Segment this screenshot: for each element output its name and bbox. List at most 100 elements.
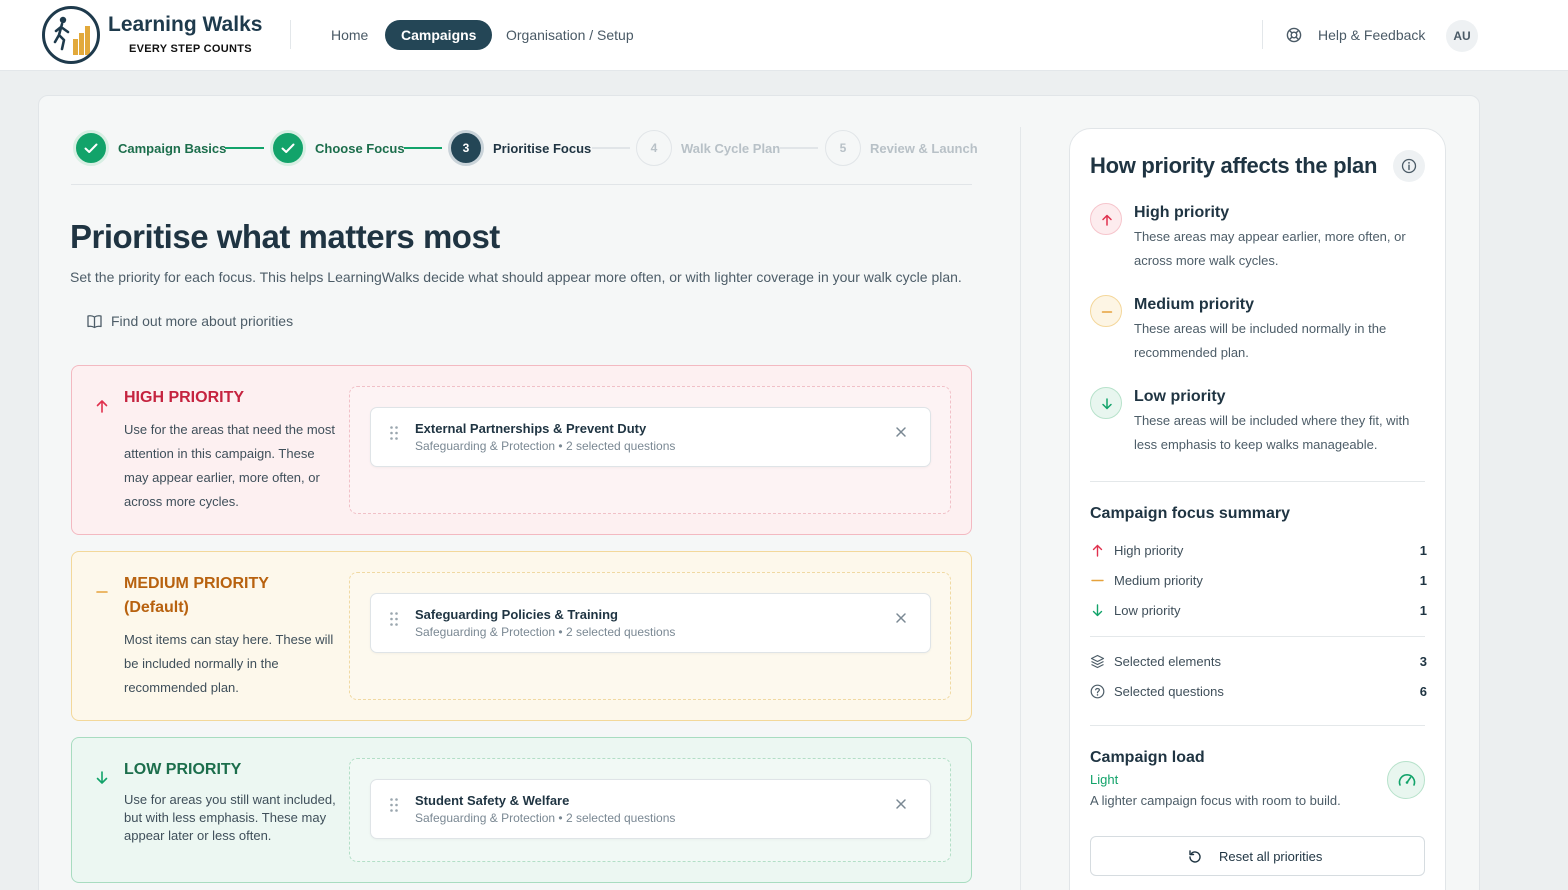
close-icon[interactable] (893, 796, 909, 812)
focus-item[interactable]: External Partnerships & Prevent Duty Saf… (370, 407, 931, 467)
arrow-down-icon (96, 771, 108, 784)
nav-campaigns[interactable]: Campaigns (385, 20, 493, 50)
layers-icon (1090, 654, 1105, 669)
top-navigation-bar: Learning Walks EVERY STEP COUNTS Home Ca… (0, 0, 1568, 71)
medium-priority-description: Most items can stay here. These will be … (124, 632, 334, 695)
summary-label: Medium priority (1114, 573, 1203, 588)
high-priority-description: Use for the areas that need the most att… (124, 422, 336, 509)
campaign-load-description: A lighter campaign focus with room to bu… (1090, 793, 1341, 808)
summary-value: 1 (1419, 573, 1427, 588)
high-priority-dropzone[interactable]: External Partnerships & Prevent Duty Saf… (349, 386, 951, 514)
panel-divider (1090, 636, 1425, 637)
column-divider (1020, 127, 1021, 890)
arrow-up-icon (96, 400, 108, 413)
focus-item[interactable]: Student Safety & Welfare Safeguarding & … (370, 779, 931, 839)
legend-high-desc: These areas may appear earlier, more oft… (1134, 229, 1406, 268)
reset-label: Reset all priorities (1219, 849, 1323, 864)
legend-medium-title: Medium priority (1134, 296, 1255, 313)
summary-label: Low priority (1114, 603, 1181, 618)
logo-title: Learning Walks (108, 13, 263, 36)
step-number: 4 (650, 141, 658, 155)
step-label: Prioritise Focus (493, 141, 592, 156)
page-title: Prioritise what matters most (70, 218, 500, 255)
panel-divider (1090, 725, 1425, 726)
summary-row-medium: Medium priority 1 (1090, 571, 1427, 591)
summary-value: 1 (1419, 603, 1427, 618)
medium-priority-section: MEDIUM PRIORITY (Default) Most items can… (71, 551, 972, 721)
arrow-up-icon (1102, 214, 1112, 226)
summary-value: 6 (1419, 684, 1427, 699)
focus-item-name: Safeguarding Policies & Training (415, 607, 618, 622)
book-open-icon (87, 315, 102, 329)
arrow-down-icon (1092, 604, 1103, 617)
legend-high-title: High priority (1134, 204, 1230, 221)
step-label: Campaign Basics (118, 141, 227, 156)
focus-item-meta: Safeguarding & Protection • 2 selected q… (415, 625, 676, 639)
medium-priority-badge (1090, 295, 1122, 327)
high-priority-badge (1090, 203, 1122, 235)
low-priority-title: LOW PRIORITY (124, 761, 242, 778)
panel-divider (1090, 481, 1425, 482)
summary-row-elements: Selected elements 3 (1090, 652, 1427, 672)
logo-tagline: EVERY STEP COUNTS (129, 43, 252, 55)
minus-icon (1101, 311, 1113, 313)
legend-medium-desc: These areas will be included normally in… (1134, 321, 1387, 360)
summary-label: Selected elements (1114, 654, 1221, 669)
summary-value: 3 (1419, 654, 1427, 669)
step-number: 5 (839, 141, 847, 155)
step-connector (404, 147, 442, 149)
user-avatar[interactable]: AU (1446, 20, 1478, 52)
page-description: Set the priority for each focus. This he… (70, 269, 962, 285)
summary-row-low: Low priority 1 (1090, 601, 1427, 621)
nav-divider (290, 20, 291, 49)
help-label: Help & Feedback (1318, 27, 1426, 43)
reset-priorities-button[interactable]: Reset all priorities (1090, 836, 1425, 876)
low-priority-dropzone[interactable]: Student Safety & Welfare Safeguarding & … (349, 758, 951, 862)
step-number-badge: 3 (448, 130, 484, 166)
summary-value: 1 (1419, 543, 1427, 558)
step-connector (780, 147, 818, 149)
high-priority-title: HIGH PRIORITY (124, 389, 245, 406)
step-connector (225, 147, 264, 149)
step-label: Choose Focus (315, 141, 405, 156)
focus-item-name: External Partnerships & Prevent Duty (415, 421, 647, 436)
low-priority-description: Use for areas you still want included, b… (124, 792, 336, 843)
drag-handle-icon[interactable] (389, 797, 399, 813)
step-number: 3 (462, 141, 470, 155)
panel-title: How priority affects the plan (1090, 153, 1378, 178)
high-priority-section: HIGH PRIORITY Use for the areas that nee… (71, 365, 972, 535)
rotate-ccw-icon (1189, 850, 1201, 863)
drag-handle-icon[interactable] (389, 425, 399, 441)
focus-item[interactable]: Safeguarding Policies & Training Safegua… (370, 593, 931, 653)
step-check-badge (73, 130, 109, 166)
lifebuoy-icon (1286, 27, 1302, 43)
campaign-load-level: Light (1090, 772, 1119, 787)
summary-label: High priority (1114, 543, 1184, 558)
gauge-icon (1398, 774, 1416, 786)
drag-handle-icon[interactable] (389, 611, 399, 627)
summary-row-questions: Selected questions 6 (1090, 682, 1427, 702)
stepper-divider (71, 184, 972, 185)
nav-organisation-setup[interactable]: Organisation / Setup (506, 20, 634, 50)
low-priority-section: LOW PRIORITY Use for areas you still wan… (71, 737, 972, 883)
campaign-load-gauge (1387, 761, 1425, 799)
question-circle-icon (1090, 684, 1105, 699)
legend-high: High priority These areas may appear ear… (1090, 203, 1430, 273)
info-button[interactable] (1393, 150, 1425, 182)
medium-priority-title: MEDIUM PRIORITY (Default) (124, 575, 269, 616)
logo-icon[interactable] (42, 6, 100, 64)
nav-home[interactable]: Home (331, 20, 368, 50)
step-label: Walk Cycle Plan (681, 141, 781, 156)
low-priority-badge (1090, 387, 1122, 419)
step-number-badge: 5 (825, 130, 861, 166)
close-icon[interactable] (893, 610, 909, 626)
summary-row-high: High priority 1 (1090, 541, 1427, 561)
close-icon[interactable] (893, 424, 909, 440)
minus-icon (1091, 579, 1104, 582)
legend-medium: Medium priority These areas will be incl… (1090, 295, 1430, 365)
check-icon (281, 143, 295, 153)
legend-low-desc: These areas will be included where they … (1134, 413, 1410, 452)
legend-low: Low priority These areas will be include… (1090, 387, 1430, 457)
medium-priority-dropzone[interactable]: Safeguarding Policies & Training Safegua… (349, 572, 951, 700)
campaign-load-title: Campaign load (1090, 749, 1205, 766)
